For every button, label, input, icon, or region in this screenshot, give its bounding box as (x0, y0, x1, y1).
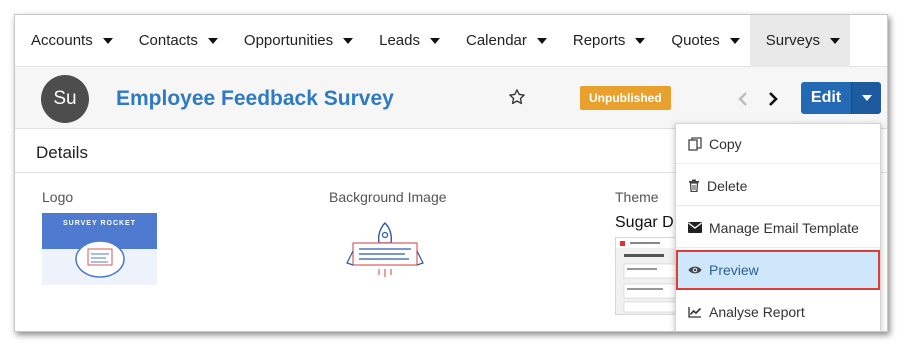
nav-tab-surveys[interactable]: Surveys (749, 15, 850, 67)
top-nav: Accounts Contacts Opportunities Leads Ca… (15, 15, 887, 67)
caret-down-icon[interactable] (207, 37, 218, 44)
nav-tab-label: Opportunities (243, 32, 334, 49)
nav-tab-label: Leads (379, 32, 420, 49)
menu-item-label: Delete (707, 177, 748, 194)
caret-down-icon (861, 95, 872, 101)
nav-tab-leads[interactable]: Leads (363, 15, 450, 67)
nav-tab-opportunities[interactable]: Opportunities (228, 15, 363, 67)
nav-tab-label: Surveys (765, 32, 820, 49)
nav-tab-calendar[interactable]: Calendar (450, 15, 557, 67)
actions-dropdown-toggle[interactable] (851, 82, 881, 114)
nav-tab-label: Calendar (466, 32, 527, 49)
background-image-field-label: Background Image (329, 189, 447, 205)
caret-down-icon[interactable] (343, 37, 354, 44)
nav-tab-label: Quotes (671, 32, 720, 49)
nav-tab-accounts[interactable]: Accounts (15, 15, 123, 67)
avatar: Su (41, 75, 89, 123)
status-badge: Unpublished (580, 86, 671, 110)
menu-item-label: Manage Email Template (709, 219, 859, 236)
logo-image: SURVEY ROCKET (42, 213, 157, 285)
caret-down-icon[interactable] (829, 37, 840, 44)
edit-button-group: Edit (801, 82, 881, 114)
caret-down-icon[interactable] (430, 37, 440, 44)
previous-record-icon[interactable] (737, 91, 749, 107)
nav-tab-label: Accounts (31, 32, 93, 49)
menu-item-preview[interactable]: Preview (676, 250, 880, 290)
logo-image-text: SURVEY ROCKET (62, 220, 137, 227)
menu-item-analyse-report[interactable]: Analyse Report (676, 292, 880, 331)
caret-down-icon[interactable] (536, 37, 547, 44)
caret-down-icon[interactable] (102, 37, 113, 44)
menu-item-copy[interactable]: Copy (676, 124, 880, 164)
nav-tab-quotes[interactable]: Quotes (655, 15, 749, 67)
edit-button[interactable]: Edit (801, 82, 851, 114)
menu-item-manage-email-template[interactable]: Manage Email Template (676, 208, 880, 248)
avatar-initials: Su (53, 88, 77, 109)
nav-tab-contacts[interactable]: Contacts (123, 15, 228, 67)
next-record-icon[interactable] (767, 91, 779, 107)
menu-item-label: Preview (709, 261, 759, 278)
caret-down-icon[interactable] (729, 37, 740, 44)
nav-tab-label: Reports (572, 32, 626, 49)
line-chart-icon (688, 307, 702, 318)
eye-icon (688, 266, 702, 273)
nav-tab-reports[interactable]: Reports (557, 15, 656, 67)
details-heading: Details (36, 143, 88, 162)
favorite-star-icon[interactable] (508, 88, 526, 106)
menu-item-delete[interactable]: Delete (676, 166, 880, 206)
copy-icon (688, 136, 702, 151)
caret-down-icon[interactable] (635, 37, 646, 44)
actions-dropdown-menu: Copy Delete Manage Email Template Previe… (675, 123, 881, 331)
survey-rocket-icon (75, 240, 125, 278)
logo-field-label: Logo (42, 189, 74, 205)
theme-field-label: Theme (615, 189, 659, 205)
record-header: Su Employee Feedback Survey Unpublished … (15, 67, 887, 129)
envelope-icon (688, 222, 702, 233)
theme-value: Sugar D (615, 214, 674, 231)
background-image (346, 222, 424, 277)
app-frame: Accounts Contacts Opportunities Leads Ca… (14, 14, 888, 332)
nav-tab-label: Contacts (138, 32, 198, 49)
menu-item-label: Analyse Report (709, 304, 805, 320)
menu-item-label: Copy (709, 135, 742, 152)
record-title[interactable]: Employee Feedback Survey (116, 87, 394, 111)
trash-icon (689, 179, 699, 192)
